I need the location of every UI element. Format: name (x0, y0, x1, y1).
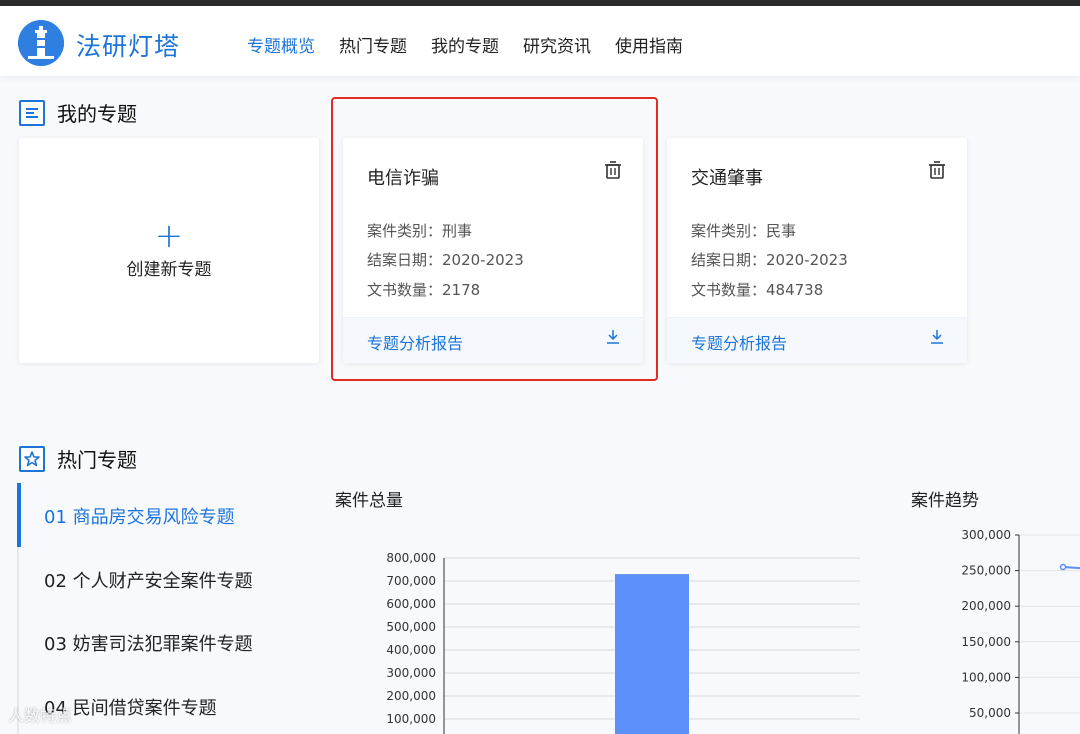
lighthouse-logo-icon[interactable] (18, 20, 64, 66)
chart-title-trend: 案件趋势 (911, 491, 979, 511)
y-tick-label: 600,000 (386, 597, 436, 611)
y-tick-label: 200,000 (961, 599, 1011, 613)
create-topic-card[interactable]: + 创建新专题 (19, 138, 319, 363)
main-nav: 专题概览 热门专题 我的专题 研究资讯 使用指南 (247, 32, 707, 57)
topic-date-range: 结案日期：2020-2023 (367, 251, 524, 269)
total-cases-bar-chart: 100,000 200,000 300,000 400,000 500,000 600,0… (386, 551, 860, 734)
hot-topic-list: 01 商品房交易风险专题 02 个人财产安全案件专题 03 妨害司法犯罪案件专题… (17, 483, 297, 734)
brand-name[interactable]: 法研灯塔 (76, 27, 180, 63)
download-icon[interactable] (929, 328, 945, 346)
hot-topics-header: 热门专题 (19, 444, 137, 473)
topic-report-link[interactable]: 专题分析报告 (691, 330, 787, 354)
hot-topic-item[interactable]: 03 妨害司法犯罪案件专题 (17, 610, 297, 674)
download-icon[interactable] (605, 328, 621, 346)
topic-card-telecom-fraud[interactable]: 电信诈骗 案件类别：刑事 结案日期：2020-2023 文书数量：2178 专题… (343, 138, 643, 363)
case-trend-line-chart: 50,000 100,000 150,000 200,000 250,000 300,00… (961, 528, 1080, 734)
y-tick-label: 100,000 (386, 712, 436, 726)
nav-my-topics[interactable]: 我的专题 (431, 32, 499, 57)
hot-topics-title: 热门专题 (57, 448, 137, 472)
y-tick-label: 50,000 (969, 706, 1011, 720)
plus-icon: + (154, 216, 184, 256)
y-tick-label: 150,000 (961, 635, 1011, 649)
y-tick-label: 250,000 (961, 564, 1011, 578)
nav-hot-topics[interactable]: 热门专题 (339, 32, 407, 57)
create-topic-label: 创建新专题 (126, 260, 212, 280)
topic-card-footer: 专题分析报告 (667, 317, 967, 363)
nav-user-guide[interactable]: 使用指南 (615, 32, 683, 57)
trash-icon[interactable] (927, 160, 947, 180)
y-tick-label: 700,000 (386, 574, 436, 588)
topic-card-traffic-accident[interactable]: 交通肇事 案件类别：民事 结案日期：2020-2023 文书数量：484738 … (667, 138, 967, 363)
topic-category: 案件类别：刑事 (367, 222, 473, 240)
chart-title-total: 案件总量 (335, 491, 403, 511)
topic-card-title: 交通肇事 (691, 168, 763, 189)
y-tick-label: 100,000 (961, 670, 1011, 684)
my-topics-header: 我的专题 (19, 98, 137, 127)
list-box-icon (19, 99, 45, 126)
hot-topic-item[interactable]: 01 商品房交易风险专题 (17, 483, 297, 547)
nav-overview[interactable]: 专题概览 (247, 32, 315, 57)
topic-report-link[interactable]: 专题分析报告 (367, 330, 463, 354)
topic-doc-count: 文书数量：484738 (691, 281, 824, 299)
topic-date-range: 结案日期：2020-2023 (691, 251, 848, 269)
star-box-icon (19, 445, 45, 472)
topic-doc-count: 文书数量：2178 (367, 281, 481, 299)
hot-topic-item[interactable]: 02 个人财产安全案件专题 (17, 546, 297, 610)
y-tick-label: 200,000 (386, 689, 436, 703)
watermark-text: 人数特点 (8, 706, 73, 725)
topic-card-footer: 专题分析报告 (343, 317, 643, 363)
y-tick-label: 500,000 (386, 620, 436, 634)
nav-research-news[interactable]: 研究资讯 (523, 32, 591, 57)
trash-icon[interactable] (603, 160, 623, 180)
data-point[interactable] (1059, 563, 1067, 571)
top-navbar: 法研灯塔 专题概览 热门专题 我的专题 研究资讯 使用指南 (0, 6, 1080, 76)
y-tick-label: 400,000 (386, 643, 436, 657)
topic-card-title: 电信诈骗 (367, 168, 439, 189)
y-tick-label: 300,000 (961, 528, 1011, 542)
topic-category: 案件类别：民事 (691, 222, 797, 240)
y-tick-label: 800,000 (386, 551, 436, 565)
bar[interactable] (615, 574, 689, 734)
my-topics-title: 我的专题 (57, 102, 137, 126)
y-tick-label: 300,000 (386, 666, 436, 680)
